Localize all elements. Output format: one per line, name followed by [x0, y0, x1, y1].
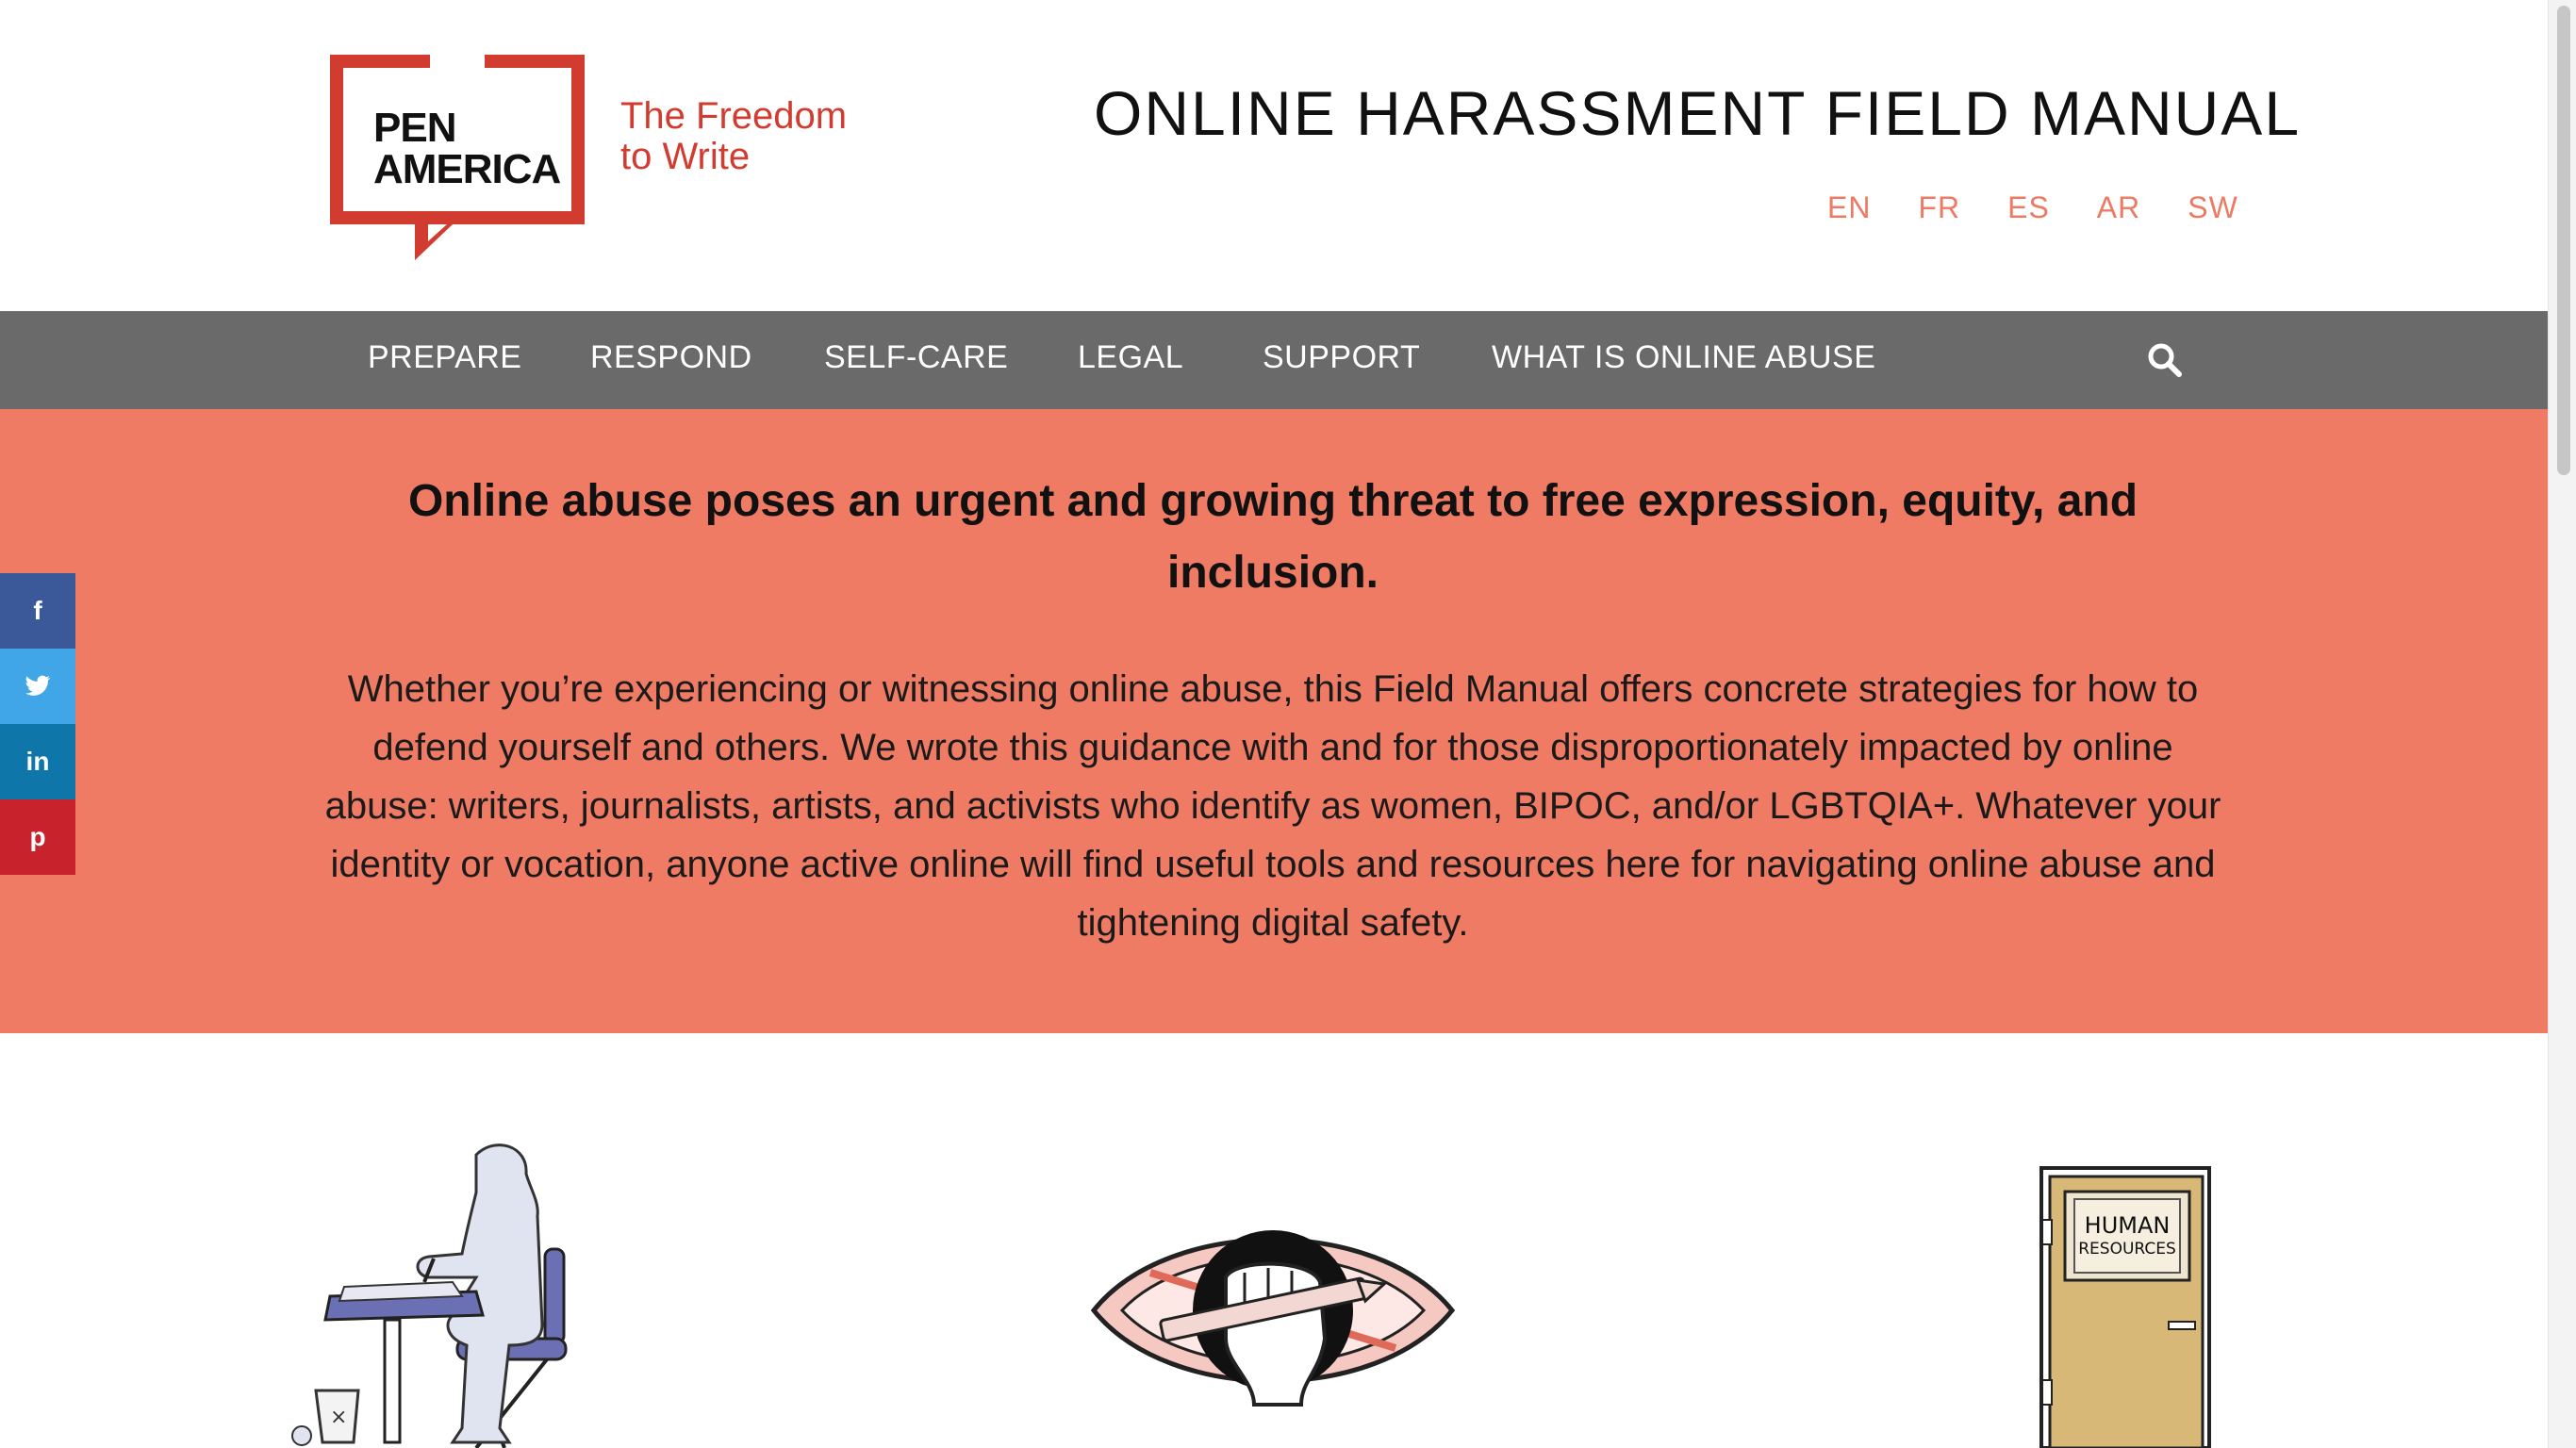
page: PEN AMERICA The Freedom to Write ONLINE …	[0, 0, 2576, 1448]
twitter-share-button[interactable]	[0, 649, 75, 724]
logo-tagline: The Freedom to Write	[620, 96, 847, 177]
page-scrollbar[interactable]	[2548, 0, 2576, 1448]
twitter-icon	[25, 675, 51, 696]
lang-ar[interactable]: AR	[2097, 190, 2140, 225]
scrollbar-thumb[interactable]	[2557, 6, 2570, 475]
logo-speech-bubble: PEN AMERICA	[330, 55, 585, 224]
eye-fist-pencil-illustration[interactable]	[1084, 1207, 1461, 1448]
logo-wordmark: PEN AMERICA	[373, 105, 561, 192]
facebook-share-button[interactable]: f	[0, 573, 75, 649]
nav-item-legal[interactable]: LEGAL	[1078, 339, 1183, 376]
linkedin-icon: in	[25, 747, 50, 776]
lang-es[interactable]: ES	[2007, 190, 2050, 225]
lang-sw[interactable]: SW	[2188, 190, 2238, 225]
main-nav: PREPARE RESPOND SELF-CARE LEGAL SUPPORT …	[0, 311, 2548, 409]
human-resources-door-illustration[interactable]: HUMAN RESOURCES	[2037, 1163, 2216, 1448]
lang-en[interactable]: EN	[1827, 190, 1871, 225]
svg-text:×: ×	[330, 1406, 347, 1429]
nav-item-support[interactable]: SUPPORT	[1263, 339, 1420, 376]
facebook-icon: f	[33, 596, 42, 625]
site-title[interactable]: ONLINE HARASSMENT FIELD MANUAL	[1094, 77, 2301, 149]
door-sign-line1: HUMAN	[2085, 1212, 2171, 1239]
nav-item-what-is-online-abuse[interactable]: WHAT IS ONLINE ABUSE	[1492, 339, 1875, 376]
pen-america-logo[interactable]: PEN AMERICA The Freedom to Write	[330, 55, 858, 260]
tagline-line2: to Write	[620, 136, 751, 177]
logo-name-line2: AMERICA	[373, 146, 561, 192]
writer-at-desk-illustration[interactable]: ×	[273, 1136, 594, 1448]
hero-body: Whether you’re experiencing or witnessin…	[324, 668, 2221, 944]
nav-item-respond[interactable]: RESPOND	[590, 339, 752, 376]
nav-item-self-care[interactable]: SELF-CARE	[824, 339, 1008, 376]
hero-banner: Online abuse poses an urgent and growing…	[0, 409, 2548, 1033]
search-icon[interactable]	[2146, 341, 2184, 379]
hero-title: Online abuse poses an urgent and growing…	[407, 476, 2138, 598]
linkedin-share-button[interactable]: in	[0, 724, 75, 799]
site-header: PEN AMERICA The Freedom to Write ONLINE …	[0, 0, 2548, 311]
pinterest-icon: p	[29, 822, 46, 851]
door-sign-line2: RESOURCES	[2078, 1240, 2176, 1259]
social-share-bar: f in p	[0, 573, 75, 875]
logo-name-line1: PEN	[373, 105, 456, 151]
pinterest-share-button[interactable]: p	[0, 799, 75, 875]
nav-item-prepare[interactable]: PREPARE	[368, 339, 521, 376]
language-switcher: EN FR ES AR SW	[1827, 190, 2286, 225]
lang-fr[interactable]: FR	[1918, 190, 1960, 225]
tagline-line1: The Freedom	[620, 95, 848, 137]
